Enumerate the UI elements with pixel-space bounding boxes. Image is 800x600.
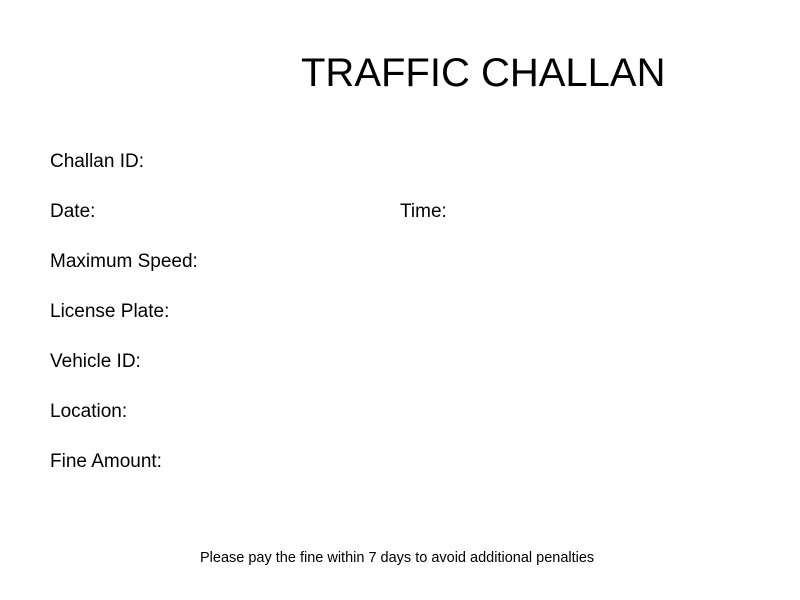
vehicle-id-label: Vehicle ID: (50, 351, 141, 372)
document-title: TRAFFIC CHALLAN (301, 51, 666, 95)
time-label: Time: (400, 201, 447, 222)
location-label: Location: (50, 401, 128, 422)
fine-amount-label: Fine Amount: (50, 451, 162, 472)
date-label: Date: (50, 201, 96, 222)
maximum-speed-label: Maximum Speed: (50, 251, 198, 272)
payment-notice: Please pay the fine within 7 days to avo… (200, 550, 595, 566)
challan-id-label: Challan ID: (50, 151, 144, 172)
license-plate-label: License Plate: (50, 301, 170, 322)
